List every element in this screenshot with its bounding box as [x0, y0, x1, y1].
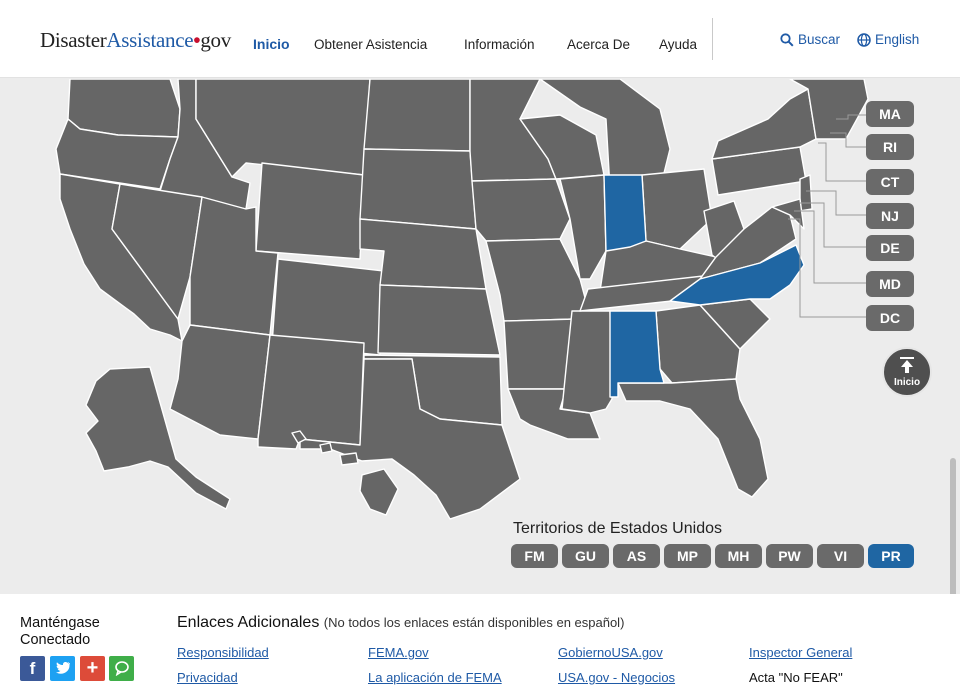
state-new-jersey — [799, 174, 813, 212]
territory-button-fm[interactable]: FM — [511, 544, 558, 568]
state-button-md[interactable]: MD — [866, 271, 914, 297]
site-header: DisasterAssistance•gov Inicio Obtener As… — [0, 0, 960, 78]
state-north-dakota — [363, 79, 471, 152]
footer-link-fema-gov[interactable]: FEMA.gov — [368, 645, 429, 660]
additional-links-title: Enlaces Adicionales (No todos los enlace… — [177, 614, 624, 632]
search-link[interactable]: Buscar — [780, 32, 840, 47]
search-label: Buscar — [798, 32, 841, 47]
state-kansas — [377, 284, 501, 356]
state-new-mexico — [257, 334, 365, 450]
footer-link-fema-app[interactable]: La aplicación de FEMA — [368, 670, 502, 685]
footer-link-inspector-general[interactable]: Inspector General — [749, 645, 852, 660]
additional-links-heading: Enlaces Adicionales — [177, 614, 320, 631]
state-indiana — [603, 174, 647, 252]
nav-informacion[interactable]: Información — [464, 37, 535, 52]
leader-ct — [818, 142, 866, 182]
footer-link-gobierno-usa[interactable]: GobiernoUSA.gov — [558, 645, 663, 660]
us-map-panel: MA RI CT NJ DE MD DC Inicio Territorios … — [0, 79, 960, 593]
back-to-top-label: Inicio — [893, 377, 921, 388]
arrow-up-icon — [900, 357, 914, 373]
language-link[interactable]: English — [857, 32, 919, 47]
google-plus-icon[interactable]: + — [80, 656, 105, 681]
nav-divider — [712, 18, 713, 60]
state-florida — [617, 378, 769, 498]
state-ohio — [641, 168, 713, 250]
back-to-top-button[interactable]: Inicio — [882, 347, 932, 397]
state-button-nj[interactable]: NJ — [866, 203, 914, 229]
territory-button-pr[interactable]: PR — [868, 544, 914, 568]
leader-dc — [788, 218, 866, 318]
state-iowa — [471, 178, 571, 242]
state-wyoming — [255, 162, 365, 260]
nav-inicio[interactable]: Inicio — [253, 36, 290, 52]
additional-links-note: (No todos los enlaces están disponibles … — [323, 615, 625, 630]
state-button-dc[interactable]: DC — [866, 305, 914, 331]
territory-button-mh[interactable]: MH — [715, 544, 762, 568]
footer-link-privacidad[interactable]: Privacidad — [177, 670, 238, 685]
territory-button-vi[interactable]: VI — [817, 544, 864, 568]
globe-icon — [857, 32, 871, 47]
state-montana — [195, 79, 371, 178]
footer-link-no-fear-act[interactable]: Acta "No FEAR" — [749, 670, 843, 685]
chat-icon[interactable] — [109, 656, 134, 681]
twitter-icon[interactable] — [50, 656, 75, 681]
logo-text-assistance: Assistance — [106, 28, 194, 52]
logo-text-disaster: Disaster — [40, 28, 107, 52]
nav-ayuda[interactable]: Ayuda — [659, 37, 697, 52]
state-south-dakota — [359, 148, 477, 230]
search-icon — [780, 32, 794, 47]
state-missouri — [485, 238, 589, 322]
state-button-ma[interactable]: MA — [866, 101, 914, 127]
state-washington — [67, 79, 181, 138]
territory-button-mp[interactable]: MP — [664, 544, 711, 568]
territory-button-as[interactable]: AS — [613, 544, 660, 568]
stay-connected-title: Manténgase Conectado — [20, 615, 100, 648]
site-logo[interactable]: DisasterAssistance•gov — [40, 28, 231, 53]
twitter-bird-icon — [55, 661, 70, 674]
territory-button-gu[interactable]: GU — [562, 544, 609, 568]
territory-button-pw[interactable]: PW — [766, 544, 813, 568]
state-arizona — [169, 324, 271, 440]
logo-text-gov: gov — [200, 28, 231, 52]
state-button-ri[interactable]: RI — [866, 134, 914, 160]
language-label: English — [875, 32, 920, 47]
site-footer: Manténgase Conectado f + Enlaces Adicion… — [0, 594, 960, 692]
state-button-de[interactable]: DE — [866, 235, 914, 261]
footer-link-responsibilidad[interactable]: Responsibilidad — [177, 645, 269, 660]
footer-link-usa-gov-negocios[interactable]: USA.gov - Negocios — [558, 670, 675, 685]
facebook-icon[interactable]: f — [20, 656, 45, 681]
us-map — [55, 79, 869, 520]
territories-title: Territorios de Estados Unidos — [513, 520, 722, 537]
state-button-ct[interactable]: CT — [866, 169, 914, 195]
speech-bubble-icon — [114, 661, 129, 677]
nav-acerca-de[interactable]: Acerca De — [567, 37, 630, 52]
nav-obtener-asistencia[interactable]: Obtener Asistencia — [314, 37, 427, 52]
